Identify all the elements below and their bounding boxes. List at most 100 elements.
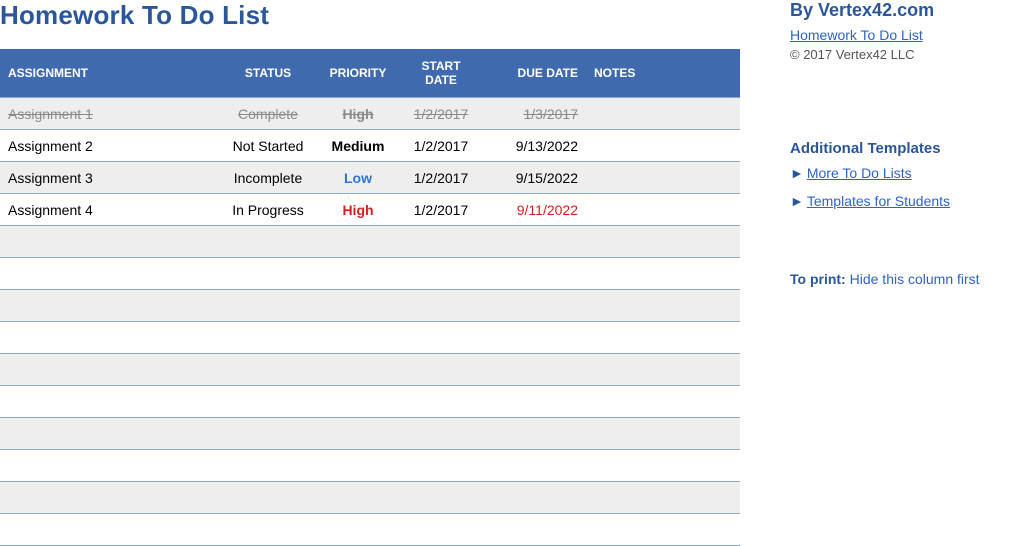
cell-priority[interactable]: Medium <box>320 130 396 162</box>
cell-start-date[interactable]: 1/2/2017 <box>396 130 486 162</box>
cell-empty[interactable] <box>216 258 320 290</box>
cell-empty[interactable] <box>586 258 740 290</box>
cell-due-date[interactable]: 9/13/2022 <box>486 130 586 162</box>
cell-empty[interactable] <box>486 482 586 514</box>
cell-empty[interactable] <box>216 514 320 546</box>
cell-empty[interactable] <box>320 418 396 450</box>
cell-notes[interactable] <box>586 130 740 162</box>
cell-empty[interactable] <box>486 354 586 386</box>
sidebar-link-templates-students[interactable]: ►Templates for Students <box>790 193 1020 209</box>
cell-empty[interactable] <box>486 514 586 546</box>
cell-empty[interactable] <box>0 482 216 514</box>
col-notes: NOTES <box>586 49 740 98</box>
cell-empty[interactable] <box>0 258 216 290</box>
sidebar-panel: By Vertex42.com Homework To Do List © 20… <box>740 0 1020 287</box>
table-row: Assignment 4In ProgressHigh1/2/20179/11/… <box>0 194 740 226</box>
cell-empty[interactable] <box>486 226 586 258</box>
cell-assignment[interactable]: Assignment 4 <box>0 194 216 226</box>
cell-empty[interactable] <box>0 418 216 450</box>
table-row-empty <box>0 386 740 418</box>
sidebar-link-more-todo[interactable]: ►More To Do Lists <box>790 165 1020 181</box>
cell-due-date[interactable]: 9/11/2022 <box>486 194 586 226</box>
cell-empty[interactable] <box>586 386 740 418</box>
cell-empty[interactable] <box>216 386 320 418</box>
sidebar-link-label: Templates for Students <box>807 193 950 209</box>
cell-empty[interactable] <box>396 418 486 450</box>
cell-empty[interactable] <box>216 322 320 354</box>
cell-start-date[interactable]: 1/2/2017 <box>396 162 486 194</box>
cell-empty[interactable] <box>216 354 320 386</box>
cell-empty[interactable] <box>320 226 396 258</box>
cell-empty[interactable] <box>0 226 216 258</box>
copyright: © 2017 Vertex42 LLC <box>790 47 1020 62</box>
col-priority: PRIORITY <box>320 49 396 98</box>
cell-empty[interactable] <box>320 514 396 546</box>
cell-empty[interactable] <box>396 290 486 322</box>
cell-empty[interactable] <box>396 482 486 514</box>
cell-empty[interactable] <box>216 450 320 482</box>
cell-empty[interactable] <box>586 514 740 546</box>
cell-empty[interactable] <box>0 450 216 482</box>
cell-assignment[interactable]: Assignment 2 <box>0 130 216 162</box>
cell-empty[interactable] <box>0 322 216 354</box>
cell-due-date[interactable]: 1/3/2017 <box>486 98 586 130</box>
cell-notes[interactable] <box>586 162 740 194</box>
cell-empty[interactable] <box>486 386 586 418</box>
sidebar-main-link[interactable]: Homework To Do List <box>790 27 923 43</box>
cell-empty[interactable] <box>586 290 740 322</box>
cell-start-date[interactable]: 1/2/2017 <box>396 194 486 226</box>
cell-empty[interactable] <box>396 258 486 290</box>
cell-empty[interactable] <box>396 226 486 258</box>
table-row-empty <box>0 290 740 322</box>
cell-empty[interactable] <box>320 322 396 354</box>
cell-status[interactable]: Complete <box>216 98 320 130</box>
cell-empty[interactable] <box>320 386 396 418</box>
cell-status[interactable]: Not Started <box>216 130 320 162</box>
cell-empty[interactable] <box>396 514 486 546</box>
cell-empty[interactable] <box>216 418 320 450</box>
cell-status[interactable]: In Progress <box>216 194 320 226</box>
cell-empty[interactable] <box>486 290 586 322</box>
cell-empty[interactable] <box>396 386 486 418</box>
cell-empty[interactable] <box>320 482 396 514</box>
cell-empty[interactable] <box>586 354 740 386</box>
cell-empty[interactable] <box>0 290 216 322</box>
cell-empty[interactable] <box>586 450 740 482</box>
cell-empty[interactable] <box>320 354 396 386</box>
table-row: Assignment 3IncompleteLow1/2/20179/15/20… <box>0 162 740 194</box>
cell-priority[interactable]: High <box>320 98 396 130</box>
cell-empty[interactable] <box>0 386 216 418</box>
cell-empty[interactable] <box>216 290 320 322</box>
cell-assignment[interactable]: Assignment 3 <box>0 162 216 194</box>
cell-empty[interactable] <box>586 226 740 258</box>
cell-empty[interactable] <box>486 450 586 482</box>
cell-empty[interactable] <box>586 482 740 514</box>
cell-status[interactable]: Incomplete <box>216 162 320 194</box>
cell-empty[interactable] <box>486 418 586 450</box>
cell-empty[interactable] <box>396 450 486 482</box>
cell-empty[interactable] <box>320 258 396 290</box>
arrow-right-icon: ► <box>790 165 804 181</box>
cell-start-date[interactable]: 1/2/2017 <box>396 98 486 130</box>
cell-empty[interactable] <box>396 322 486 354</box>
cell-priority[interactable]: Low <box>320 162 396 194</box>
cell-empty[interactable] <box>320 450 396 482</box>
cell-assignment[interactable]: Assignment 1 <box>0 98 216 130</box>
cell-empty[interactable] <box>586 322 740 354</box>
cell-empty[interactable] <box>586 418 740 450</box>
table-row-empty <box>0 322 740 354</box>
cell-empty[interactable] <box>320 290 396 322</box>
cell-empty[interactable] <box>396 354 486 386</box>
table-row: Assignment 1CompleteHigh1/2/20171/3/2017 <box>0 98 740 130</box>
cell-empty[interactable] <box>0 514 216 546</box>
cell-empty[interactable] <box>486 258 586 290</box>
cell-priority[interactable]: High <box>320 194 396 226</box>
cell-notes[interactable] <box>586 98 740 130</box>
col-due: DUE DATE <box>486 49 586 98</box>
cell-empty[interactable] <box>486 322 586 354</box>
cell-empty[interactable] <box>0 354 216 386</box>
cell-due-date[interactable]: 9/15/2022 <box>486 162 586 194</box>
cell-empty[interactable] <box>216 482 320 514</box>
cell-notes[interactable] <box>586 194 740 226</box>
cell-empty[interactable] <box>216 226 320 258</box>
